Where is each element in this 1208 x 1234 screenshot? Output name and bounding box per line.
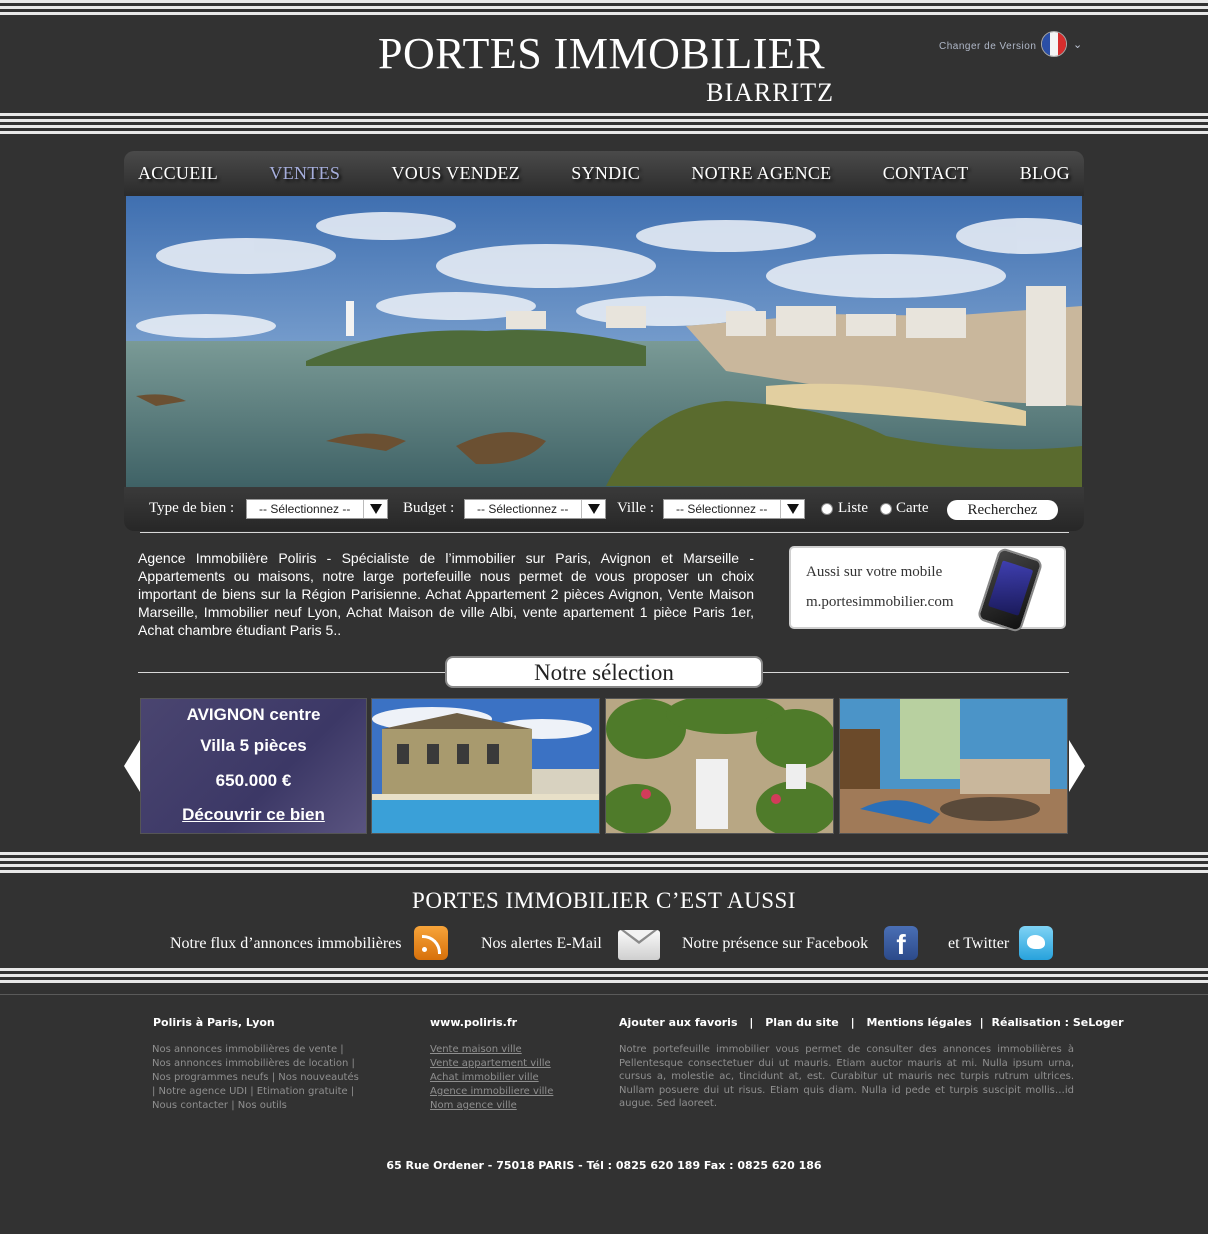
agency-address: 65 Rue Ordener - 75018 PARIS - Tél : 082… <box>386 1159 822 1172</box>
selection-title: Notre sélection <box>445 656 763 688</box>
ville-select-value: -- Sélectionnez -- <box>676 502 768 516</box>
dropdown-arrow-icon <box>780 500 804 518</box>
search-button[interactable]: Recherchez <box>947 500 1058 520</box>
hero-banner-image <box>126 196 1082 487</box>
add-favorites-link[interactable]: Ajouter aux favoris <box>619 1016 738 1029</box>
band-top-stripes <box>0 852 1208 876</box>
footer-col1-line[interactable]: Nous contacter | Nos outils <box>152 1099 359 1113</box>
intro-text: Agence Immobilière Poliris - Spécialiste… <box>138 550 754 638</box>
footer-col2-title[interactable]: www.poliris.fr <box>430 1016 517 1029</box>
footer-col1-title: Poliris à Paris, Lyon <box>153 1016 275 1029</box>
legal-notice-link[interactable]: Mentions légales <box>866 1016 971 1029</box>
smartphone-icon <box>976 546 1044 634</box>
logo-subtitle: BIARRITZ <box>706 78 834 107</box>
type-select-value: -- Sélectionnez -- <box>259 502 351 516</box>
main-navigation-box: ACCUEIL VENTES VOUS VENDEZ SYNDIC NOTRE … <box>124 151 1084 196</box>
rss-feed-link[interactable]: Notre flux d’annonces immobilières <box>170 935 402 953</box>
discover-property-link[interactable]: Découvrir ce bien <box>141 805 366 825</box>
twitter-link[interactable]: et Twitter <box>948 935 1009 953</box>
french-flag-icon[interactable] <box>1041 31 1067 57</box>
budget-label: Budget : <box>403 500 455 516</box>
featured-price: 650.000 € <box>215 771 292 790</box>
nav-item-vous-vendez[interactable]: VOUS VENDEZ <box>392 163 520 184</box>
property-photo-living-room[interactable] <box>839 698 1068 834</box>
footer-link[interactable]: Achat immobilier ville <box>430 1071 553 1085</box>
mail-icon[interactable] <box>618 930 660 960</box>
carousel-prev-arrow-icon[interactable] <box>124 740 140 792</box>
property-photo-garden-house[interactable] <box>605 698 834 834</box>
site-logo[interactable]: PORTES IMMOBILIER BIARRITZ <box>378 30 834 108</box>
site-map-link[interactable]: Plan du site <box>765 1016 839 1029</box>
logo-title: PORTES IMMOBILIER <box>378 29 826 78</box>
type-label: Type de bien : <box>149 500 235 516</box>
change-version-link[interactable]: Changer de Version <box>939 41 1036 52</box>
band-bottom-stripes <box>0 968 1208 986</box>
email-alerts-link[interactable]: Nos alertes E-Mail <box>481 935 602 953</box>
footer-col2-links: Vente maison ville Vente appartement vil… <box>430 1043 553 1113</box>
property-photo-villa-pool[interactable] <box>371 698 600 834</box>
twitter-icon[interactable] <box>1019 926 1053 960</box>
footer-link[interactable]: Agence immobiliere ville <box>430 1085 553 1099</box>
footer-col1-line[interactable]: Nos annonces immobilières de location | <box>152 1057 359 1071</box>
rss-icon[interactable] <box>414 926 448 960</box>
radio-carte-label[interactable]: Carte <box>896 500 928 517</box>
main-nav: ACCUEIL VENTES VOUS VENDEZ SYNDIC NOTRE … <box>124 151 1084 196</box>
credits-link[interactable]: Réalisation : SeLoger <box>992 1016 1124 1029</box>
divider <box>140 532 1069 533</box>
mobile-promo-line1: Aussi sur votre mobile <box>806 564 943 580</box>
nav-item-notre-agence[interactable]: NOTRE AGENCE <box>691 163 831 184</box>
nav-item-syndic[interactable]: SYNDIC <box>571 163 640 184</box>
featured-property-card[interactable]: AVIGNON centre Villa 5 pièces 650.000 € … <box>140 698 367 834</box>
mobile-promo-url[interactable]: m.portesimmobilier.com <box>806 594 953 611</box>
chevron-down-icon[interactable]: ⌄ <box>1073 38 1082 51</box>
footer-paragraph: Notre portefeuille immobilier vous perme… <box>619 1044 1074 1109</box>
nav-item-contact[interactable]: CONTACT <box>883 163 969 184</box>
footer-col1-line[interactable]: Nos annonces immobilières de vente | <box>152 1043 359 1057</box>
nav-item-ventes[interactable]: VENTES <box>269 163 340 184</box>
type-select[interactable]: -- Sélectionnez -- <box>246 499 388 519</box>
footer-col1-line[interactable]: | Notre agence UDI | Etimation gratuite … <box>152 1085 359 1099</box>
separator: | <box>749 1016 754 1029</box>
budget-select[interactable]: -- Sélectionnez -- <box>464 499 606 519</box>
footer-nav: Ajouter aux favoris | Plan du site | Men… <box>619 1016 1124 1029</box>
dropdown-arrow-icon <box>363 500 387 518</box>
search-bar: Type de bien : -- Sélectionnez -- Budget… <box>124 487 1084 531</box>
footer-divider <box>0 994 1208 995</box>
featured-city: AVIGNON centre <box>186 705 321 724</box>
radio-carte[interactable] <box>880 503 892 515</box>
ville-label: Ville : <box>617 500 655 516</box>
footer-link[interactable]: Vente appartement ville <box>430 1057 553 1071</box>
separator: | <box>979 1016 984 1029</box>
header-top-stripes <box>0 0 1208 18</box>
ville-select[interactable]: -- Sélectionnez -- <box>663 499 805 519</box>
footer-link[interactable]: Vente maison ville <box>430 1043 553 1057</box>
radio-liste[interactable] <box>821 503 833 515</box>
radio-liste-label[interactable]: Liste <box>838 500 868 517</box>
carousel-next-arrow-icon[interactable] <box>1069 740 1085 792</box>
mobile-promo[interactable]: Aussi sur votre mobile m.portesimmobilie… <box>789 546 1066 634</box>
footer-col1-links: Nos annonces immobilières de vente | Nos… <box>152 1043 359 1113</box>
separator: | <box>850 1016 855 1029</box>
budget-select-value: -- Sélectionnez -- <box>477 502 569 516</box>
facebook-icon[interactable]: f <box>884 926 918 960</box>
nav-item-blog[interactable]: BLOG <box>1020 163 1070 184</box>
facebook-link[interactable]: Notre présence sur Facebook <box>682 935 868 953</box>
featured-type: Villa 5 pièces <box>200 736 307 755</box>
footer-col1-line[interactable]: Nos programmes neufs | Nos nouveautés <box>152 1071 359 1085</box>
nav-item-accueil[interactable]: ACCUEIL <box>138 163 218 184</box>
header-bottom-stripes <box>0 113 1208 137</box>
footer-link[interactable]: Nom agence ville <box>430 1099 553 1113</box>
aussi-title: PORTES IMMOBILIER C’EST AUSSI <box>412 888 796 913</box>
dropdown-arrow-icon <box>581 500 605 518</box>
